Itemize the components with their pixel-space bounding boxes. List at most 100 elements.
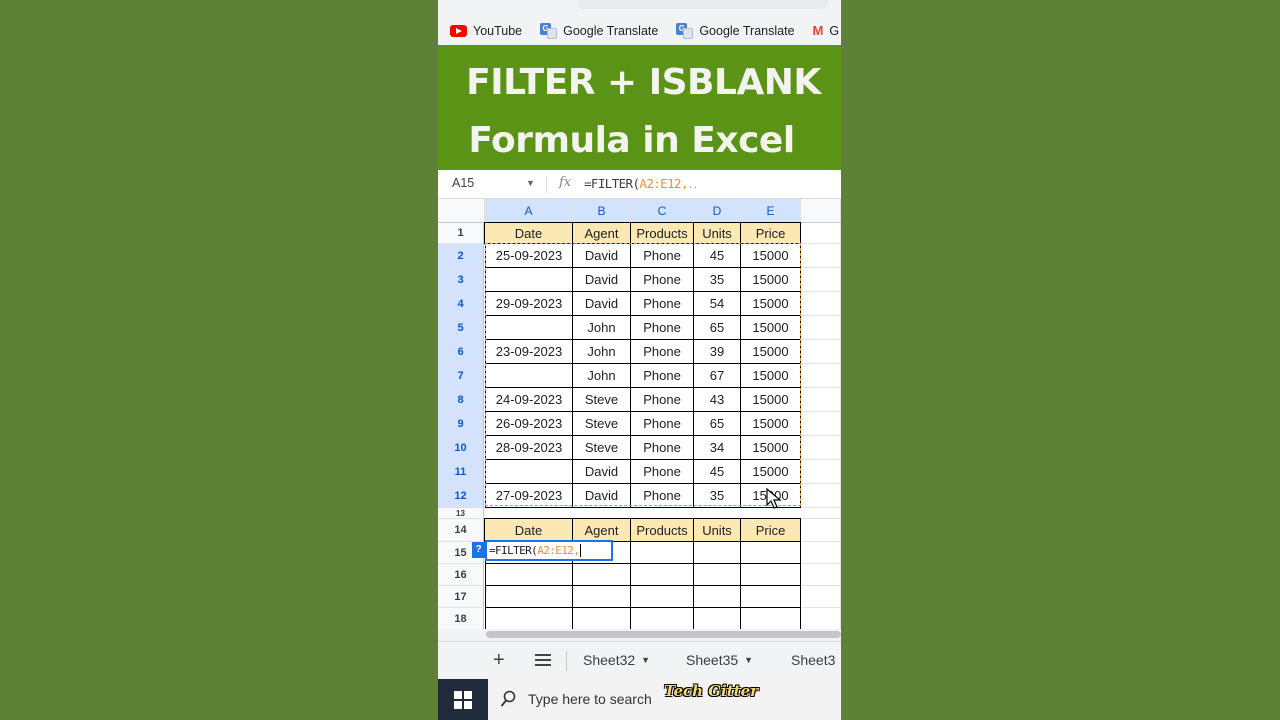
name-box[interactable]: A15 — [452, 176, 474, 190]
empty-cell[interactable] — [694, 542, 741, 564]
tab-sheet32[interactable]: Sheet32 ▼ — [583, 652, 650, 668]
empty-cell[interactable] — [631, 542, 694, 564]
empty-cell[interactable] — [741, 586, 801, 608]
tab-sheet35[interactable]: Sheet35 ▼ — [686, 652, 753, 668]
all-sheets-menu-icon[interactable] — [535, 654, 551, 666]
column-title-agent[interactable]: Agent — [572, 222, 631, 244]
table-cell[interactable] — [485, 268, 573, 292]
row-header-10[interactable]: 10 — [438, 436, 484, 460]
chevron-down-icon[interactable]: ▼ — [526, 178, 535, 188]
column-header-c[interactable]: C — [631, 199, 694, 223]
row-header-5[interactable]: 5 — [438, 316, 484, 340]
grid-cell-f[interactable] — [801, 608, 841, 630]
bookmark-google-translate[interactable]: G Google Translate — [540, 22, 658, 39]
row-header-9[interactable]: 9 — [438, 412, 484, 436]
row-header-1[interactable]: 1 — [438, 223, 484, 244]
empty-cell[interactable] — [694, 564, 741, 586]
tab-sheet3[interactable]: Sheet3 — [791, 652, 835, 668]
table-cell[interactable]: David — [573, 484, 631, 508]
grid-cell-f[interactable] — [801, 586, 841, 608]
table-cell[interactable]: John — [573, 340, 631, 364]
table-cell[interactable]: 29-09-2023 — [485, 292, 573, 316]
row-header-14[interactable]: 14 — [438, 519, 484, 542]
column-title-price[interactable]: Price — [740, 222, 801, 244]
table-cell[interactable]: Phone — [631, 484, 694, 508]
table-cell[interactable]: Phone — [631, 268, 694, 292]
chevron-down-icon[interactable]: ▼ — [744, 655, 753, 665]
table-cell[interactable]: John — [573, 316, 631, 340]
grid-cell-f[interactable] — [801, 388, 841, 412]
table-cell[interactable]: 65 — [694, 412, 741, 436]
table-cell[interactable]: 45 — [694, 460, 741, 484]
column-header-a[interactable]: A — [485, 199, 573, 223]
table-cell[interactable]: David — [573, 244, 631, 268]
table-cell[interactable]: 26-09-2023 — [485, 412, 573, 436]
table-cell[interactable]: 15000 — [741, 340, 801, 364]
row-header-12[interactable]: 12 — [438, 484, 484, 508]
table-cell[interactable] — [485, 364, 573, 388]
empty-cell[interactable] — [741, 564, 801, 586]
add-sheet-button[interactable]: + — [493, 649, 505, 672]
table-cell[interactable]: 35 — [694, 484, 741, 508]
formula-input[interactable]: =FILTER(A2:E12,.. — [584, 176, 698, 191]
table-cell[interactable]: Phone — [631, 364, 694, 388]
table-cell[interactable]: Phone — [631, 412, 694, 436]
grid-cell-f[interactable] — [801, 484, 841, 508]
table-cell[interactable]: 24-09-2023 — [485, 388, 573, 412]
table-cell[interactable]: Phone — [631, 340, 694, 364]
scrollbar-thumb[interactable] — [486, 631, 841, 638]
empty-cell[interactable] — [485, 586, 573, 608]
table-cell[interactable]: 34 — [694, 436, 741, 460]
column-title-date[interactable]: Date — [484, 222, 573, 244]
table-cell[interactable]: Phone — [631, 244, 694, 268]
output-column-title-agent[interactable]: Agent — [572, 518, 631, 542]
table-cell[interactable]: 23-09-2023 — [485, 340, 573, 364]
grid-cell-f[interactable] — [801, 292, 841, 316]
table-cell[interactable]: 15000 — [741, 364, 801, 388]
empty-cell[interactable] — [741, 542, 801, 564]
empty-cell[interactable] — [485, 564, 573, 586]
empty-cell[interactable] — [694, 608, 741, 630]
empty-cell[interactable] — [631, 564, 694, 586]
table-cell[interactable]: Steve — [573, 436, 631, 460]
row-header-2[interactable]: 2 — [438, 244, 484, 268]
grid-cell-f[interactable] — [801, 460, 841, 484]
empty-cell[interactable] — [573, 608, 631, 630]
row-header-7[interactable]: 7 — [438, 364, 484, 388]
column-header-e[interactable]: E — [741, 199, 801, 223]
address-bar[interactable] — [578, 0, 828, 9]
table-cell[interactable]: Phone — [631, 388, 694, 412]
empty-cell[interactable] — [631, 586, 694, 608]
row-header-8[interactable]: 8 — [438, 388, 484, 412]
row-header-3[interactable]: 3 — [438, 268, 484, 292]
column-header-b[interactable]: B — [573, 199, 631, 223]
table-cell[interactable]: David — [573, 460, 631, 484]
select-all-corner[interactable] — [438, 199, 485, 223]
row-header-4[interactable]: 4 — [438, 292, 484, 316]
empty-cell[interactable] — [485, 608, 573, 630]
grid-cell-f[interactable] — [801, 519, 841, 542]
table-cell[interactable]: 39 — [694, 340, 741, 364]
table-cell[interactable]: 28-09-2023 — [485, 436, 573, 460]
output-column-title-units[interactable]: Units — [693, 518, 741, 542]
table-cell[interactable]: David — [573, 292, 631, 316]
table-cell[interactable]: 15000 — [741, 436, 801, 460]
table-cell[interactable]: David — [573, 268, 631, 292]
table-cell[interactable]: 43 — [694, 388, 741, 412]
table-cell[interactable]: 15000 — [741, 292, 801, 316]
table-cell[interactable]: 67 — [694, 364, 741, 388]
table-cell[interactable]: 35 — [694, 268, 741, 292]
table-cell[interactable]: 15000 — [741, 268, 801, 292]
table-cell[interactable]: Phone — [631, 436, 694, 460]
spreadsheet-grid[interactable]: A B C D E 1 2 3 4 5 6 7 8 9 10 11 12 13 14 15 16 17 18 Date Agen… — [438, 199, 841, 630]
table-cell[interactable]: Steve — [573, 388, 631, 412]
row-header-13[interactable]: 13 — [438, 508, 484, 519]
horizontal-scrollbar[interactable] — [438, 629, 841, 641]
chevron-down-icon[interactable]: ▼ — [641, 655, 650, 665]
output-column-title-date[interactable]: Date — [484, 518, 573, 542]
grid-cell-f[interactable] — [801, 412, 841, 436]
cell-editor-a15[interactable]: =FILTER(A2:E12, — [485, 540, 613, 561]
table-cell[interactable]: 65 — [694, 316, 741, 340]
table-cell[interactable]: John — [573, 364, 631, 388]
grid-cell-f[interactable] — [801, 364, 841, 388]
